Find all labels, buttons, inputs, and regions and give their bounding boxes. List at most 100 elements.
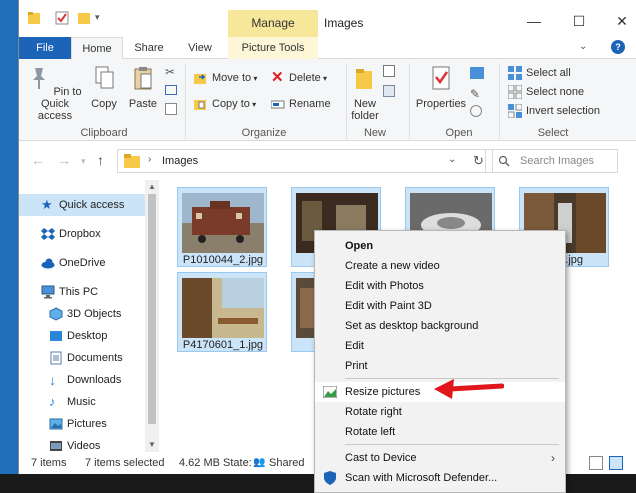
address-bar[interactable]: › Images ⌄ ↻ [117, 149, 493, 173]
scroll-thumb[interactable] [148, 194, 156, 424]
tab-share[interactable]: Share [129, 37, 169, 59]
address-dropdown-icon[interactable]: ⌄ [448, 154, 456, 165]
large-icons-view-icon[interactable] [609, 456, 623, 470]
menu-item-open[interactable]: Open [315, 236, 565, 256]
sidebar-item-onedrive[interactable]: OneDrive [19, 252, 145, 274]
organize-group-label: Organize [241, 127, 287, 139]
close-button[interactable]: ✕ [607, 10, 636, 32]
menu-item-scan-defender[interactable]: Scan with Microsoft Defender... [315, 468, 565, 488]
breadcrumb[interactable]: Images [162, 155, 198, 167]
menu-item-rotate-left[interactable]: Rotate left [315, 422, 565, 442]
tab-view[interactable]: View [179, 37, 221, 59]
quick-access-dropdown-icon[interactable]: ▾ [95, 12, 100, 23]
paste-button[interactable]: Paste [125, 65, 161, 110]
move-to-button[interactable]: Move to ▾ [194, 69, 257, 87]
copy-to-label: Copy to [212, 98, 250, 110]
scroll-down-icon[interactable]: ▼ [148, 440, 156, 449]
pin-to-quick-access-button[interactable]: Pin to Quick access [23, 65, 87, 122]
nav-scrollbar[interactable]: ▲ ▼ [145, 180, 159, 452]
sidebar-item-label: This PC [59, 286, 99, 298]
sidebar-item-pictures[interactable]: Pictures [19, 413, 145, 435]
menu-item-edit-paint-3d[interactable]: Edit with Paint 3D [315, 296, 565, 316]
folder-icon[interactable] [27, 10, 41, 26]
menu-item-print[interactable]: Print [315, 356, 565, 376]
invert-selection-icon [508, 104, 522, 118]
sidebar-item-3d-objects[interactable]: 3D Objects [19, 303, 145, 325]
tab-file[interactable]: File [19, 37, 71, 59]
paste-shortcut-icon[interactable] [165, 103, 177, 115]
delete-button[interactable]: ✕ Delete ▾ [271, 69, 327, 87]
copy-to-button[interactable]: Copy to ▾ [194, 95, 256, 113]
item-count: 7 items [31, 457, 67, 469]
open-group-label: Open [445, 127, 473, 139]
maximize-button[interactable]: ☐ [564, 10, 594, 32]
menu-item-create-video[interactable]: Create a new video [315, 256, 565, 276]
edit-icon[interactable]: ✎ [470, 87, 480, 101]
title-bar: ▾ Manage Images — ☐ ✕ [19, 0, 636, 37]
menu-item-cast-to-device[interactable]: Cast to Device › [315, 448, 565, 468]
pictures-icon [49, 418, 63, 430]
recent-locations-icon[interactable]: ▾ [81, 156, 86, 167]
manage-context-tab[interactable]: Manage [228, 10, 318, 37]
window-title: Images [324, 16, 364, 30]
properties-check-icon[interactable] [55, 10, 69, 26]
new-folder-icon[interactable] [77, 10, 91, 26]
sidebar-item-desktop[interactable]: Desktop [19, 325, 145, 347]
sidebar-item-music[interactable]: ♪ Music [19, 391, 145, 413]
search-input[interactable]: Search Images [485, 149, 618, 173]
cube-icon [49, 307, 63, 321]
collapse-ribbon-icon[interactable]: ⌄ [579, 41, 587, 52]
sidebar-item-label: Music [67, 396, 96, 408]
documents-icon [50, 351, 62, 365]
sidebar-item-label: Desktop [67, 330, 108, 342]
breadcrumb-chevron-icon[interactable]: › [148, 154, 151, 165]
details-view-icon[interactable] [589, 456, 603, 470]
easy-access-icon[interactable] [383, 85, 395, 97]
select-none-button[interactable]: Select none [508, 83, 584, 101]
search-icon [498, 155, 510, 167]
menu-item-edit-photos[interactable]: Edit with Photos [315, 276, 565, 296]
delete-label: Delete [289, 72, 321, 84]
up-arrow-icon[interactable]: ↑ [97, 152, 104, 168]
copy-button[interactable]: Copy [89, 65, 119, 110]
menu-item-label: Cast to Device [345, 452, 417, 464]
menu-item-edit[interactable]: Edit [315, 336, 565, 356]
paste-label: Paste [128, 98, 158, 110]
invert-selection-button[interactable]: Invert selection [508, 102, 600, 120]
sidebar-item-label: Quick access [59, 199, 125, 211]
menu-item-rotate-right[interactable]: Rotate right [315, 402, 565, 422]
sidebar-item-dropbox[interactable]: Dropbox [19, 223, 145, 245]
state-value: Shared [269, 457, 305, 469]
selected-count: 7 items selected [85, 457, 165, 469]
file-thumbnail[interactable]: P1010044_2.jpg [177, 187, 267, 267]
copy-path-icon[interactable] [165, 85, 177, 95]
sidebar-item-documents[interactable]: Documents [19, 347, 145, 369]
tab-home[interactable]: Home [71, 37, 123, 60]
tab-picture-tools[interactable]: Picture Tools [228, 37, 318, 59]
file-thumbnail[interactable]: P4170601_1.jpg [177, 272, 267, 352]
scroll-up-icon[interactable]: ▲ [148, 182, 156, 191]
select-none-label: Select none [526, 86, 585, 98]
menu-item-set-background[interactable]: Set as desktop background [315, 316, 565, 336]
rename-button[interactable]: Rename [271, 95, 331, 113]
sidebar-item-label: Videos [67, 440, 101, 452]
history-icon[interactable] [470, 105, 482, 117]
invert-selection-label: Invert selection [526, 105, 600, 117]
properties-button[interactable]: Properties [415, 65, 467, 110]
sidebar-item-label: 3D Objects [67, 308, 122, 320]
sidebar-item-this-pc[interactable]: This PC [19, 281, 145, 303]
select-all-button[interactable]: Select all [508, 64, 571, 82]
forward-arrow-icon[interactable]: → [57, 152, 71, 168]
minimize-button[interactable]: — [519, 10, 549, 32]
refresh-icon[interactable]: ↻ [473, 153, 484, 169]
help-icon[interactable]: ? [611, 40, 625, 54]
sidebar-item-downloads[interactable]: ↓ Downloads [19, 369, 145, 391]
new-folder-button[interactable]: New folder [343, 65, 387, 122]
cut-icon[interactable]: ✂ [165, 65, 175, 79]
new-item-icon[interactable] [383, 65, 395, 77]
sidebar-item-quick-access[interactable]: ★ Quick access [19, 194, 145, 216]
back-arrow-icon[interactable]: ← [31, 152, 45, 168]
open-icon[interactable] [470, 67, 484, 79]
dropbox-icon [41, 228, 55, 240]
sidebar-item-videos[interactable]: Videos [19, 435, 145, 452]
